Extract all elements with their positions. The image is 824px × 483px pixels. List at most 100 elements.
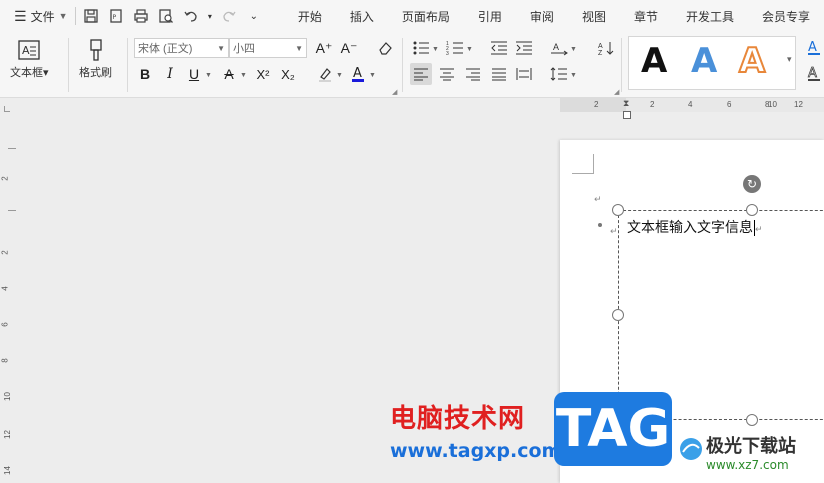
chevron-down-icon[interactable]: ▾ [205,5,215,27]
font-name-select[interactable]: 宋体 (正文) ▼ [134,38,229,58]
text-box[interactable]: 文本框输入文字信息 ↵ [618,210,824,420]
distribute-icon[interactable] [513,63,535,85]
file-menu[interactable]: ☰ 文件 ▼ [0,0,71,32]
svg-text:A: A [353,66,362,81]
ribbon: A 文本框▾ 格式刷 宋体 (正文) ▼ 小四 ▼ A⁺ A⁻ B I U ▼ … [0,32,824,98]
tab-view[interactable]: 视图 [568,8,620,25]
paintbrush-icon [85,36,107,64]
sort-icon[interactable]: AZ [595,37,617,59]
shrink-font-button[interactable]: A⁻ [338,37,360,59]
format-painter-button[interactable]: 格式刷 [79,36,112,80]
watermark-site-name: 电脑技术网 [390,404,526,434]
font-size-select[interactable]: 小四 ▼ [229,38,307,58]
justify-icon[interactable] [488,63,510,85]
tab-insert[interactable]: 插入 [336,8,388,25]
chevron-down-icon[interactable]: ▼ [570,46,577,53]
export-pdf-icon[interactable]: P [105,5,127,27]
tab-page-layout[interactable]: 页面布局 [388,8,464,25]
bold-button[interactable]: B [134,63,156,85]
textbox-icon: A [17,36,41,64]
paragraph-dialog-launcher-icon[interactable]: ◢ [614,88,619,96]
customize-toolbar-icon[interactable]: ⌄ [243,5,265,27]
increase-indent-icon[interactable] [513,37,535,59]
style-gallery-more-icon[interactable]: ▾ [787,54,792,65]
text-effect-icon[interactable]: A [803,37,824,59]
svg-text:A: A [22,44,30,57]
align-center-icon[interactable] [436,63,458,85]
numbered-list-icon[interactable]: 123 [444,37,466,59]
paragraph-mark: ↵ [594,194,602,204]
style-option-orange-outline[interactable]: A [738,40,766,82]
resize-handle-left[interactable] [612,309,624,321]
highlight-icon[interactable] [314,63,336,85]
divider [127,38,128,92]
divider [621,38,622,92]
style-option-blue[interactable]: A [691,41,717,81]
resize-handle-top-left[interactable] [612,204,624,216]
save-icon[interactable] [80,5,102,27]
print-icon[interactable] [130,5,152,27]
font-color-icon[interactable]: A [347,63,369,85]
chevron-down-icon[interactable]: ▼ [570,72,577,79]
tab-section[interactable]: 章节 [620,8,672,25]
textbox-button[interactable]: A 文本框▾ [10,36,49,80]
align-left-icon[interactable] [410,63,432,85]
file-menu-label: 文件 [30,9,55,24]
svg-text:A: A [808,66,817,81]
chevron-down-icon[interactable]: ▼ [240,72,247,79]
ruler-tick: 14 [2,466,12,475]
ruler-tick: 4 [688,100,693,109]
grow-font-button[interactable]: A⁺ [313,37,335,59]
superscript-button[interactable]: X² [252,63,274,85]
chevron-down-icon[interactable]: ▼ [336,72,343,79]
bullet-list-icon[interactable] [410,37,432,59]
text-box-content[interactable]: 文本框输入文字信息 ↵ [627,217,763,237]
print-preview-icon[interactable] [155,5,177,27]
svg-text:A: A [598,43,603,50]
vertical-ruler[interactable]: 2 2 4 6 8 10 12 14 [0,140,20,483]
indent-marker-icon[interactable]: ⧗ [623,98,629,109]
font-dialog-launcher-icon[interactable]: ◢ [392,88,397,96]
subscript-button[interactable]: X₂ [277,63,299,85]
resize-handle-top[interactable] [746,204,758,216]
undo-icon[interactable] [180,5,202,27]
text-direction-icon[interactable]: A [548,37,570,59]
chevron-down-icon[interactable]: ▼ [432,46,439,53]
tab-developer[interactable]: 开发工具 [672,8,748,25]
chevron-down-icon[interactable]: ▼ [205,72,212,79]
quick-access-toolbar: P ▾ ⌄ [71,0,268,32]
align-right-icon[interactable] [462,63,484,85]
underline-button[interactable]: U [183,63,205,85]
svg-text:A: A [808,40,817,55]
hamburger-icon: ☰ [14,7,27,24]
strikethrough-button[interactable]: A [218,63,240,85]
redo-icon[interactable] [218,5,240,27]
tab-home[interactable]: 开始 [284,8,336,25]
resize-handle-bottom[interactable] [746,414,758,426]
text-outline-icon[interactable]: A [803,63,824,85]
chevron-down-icon: ▼ [217,43,225,53]
tab-references[interactable]: 引用 [464,8,516,25]
line-spacing-icon[interactable] [548,63,570,85]
tab-member[interactable]: 会员专享 [748,8,824,25]
style-option-black[interactable]: A [641,41,667,81]
anchor-bullet [598,223,602,227]
tab-review[interactable]: 审阅 [516,8,568,25]
left-indent-marker[interactable] [623,111,631,119]
divider [68,38,69,92]
svg-text:A: A [553,42,559,52]
ruler-tick: 12 [2,430,12,439]
chevron-down-icon[interactable]: ▼ [369,72,376,79]
italic-button[interactable]: I [159,63,181,85]
watermark-tag-logo: TAG [554,392,672,466]
ribbon-tabs: 开始 插入 页面布局 引用 审阅 视图 章节 开发工具 会员专享 [284,8,824,25]
textbox-label: 文本框▾ [10,67,49,79]
chevron-down-icon[interactable]: ▼ [466,46,473,53]
horizontal-ruler[interactable]: 2 2 4 6 8 12 10 ⧗ [560,98,824,112]
ruler-corner [4,106,10,112]
svg-text:Z: Z [598,50,603,56]
aurora-logo-icon [678,436,704,467]
decrease-indent-icon[interactable] [488,37,510,59]
clear-format-icon[interactable] [374,37,396,59]
rotate-handle-icon[interactable]: ↻ [743,175,761,193]
